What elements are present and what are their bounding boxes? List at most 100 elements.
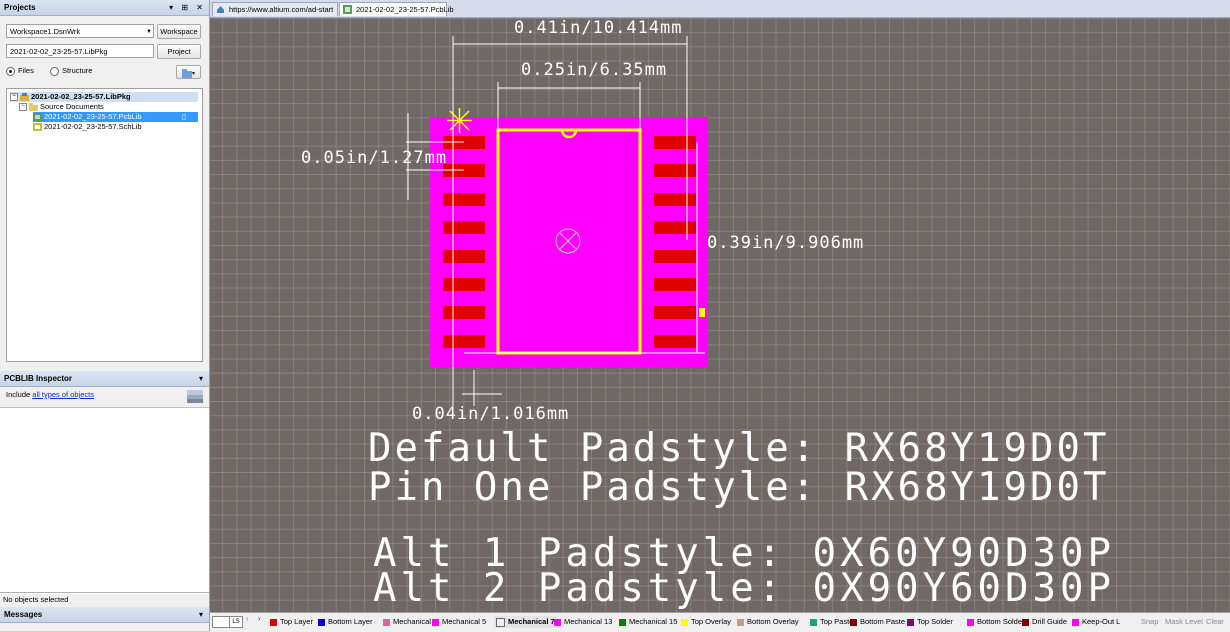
project-field[interactable]: 2021-02-02_23-25-57.LibPkg xyxy=(6,44,154,58)
layer-tab[interactable]: Top Solder xyxy=(907,616,953,628)
pad[interactable] xyxy=(443,306,485,319)
layer-tab[interactable]: Bottom Layer xyxy=(318,616,373,628)
pin-marker xyxy=(699,308,705,317)
layer-tab[interactable]: Mechanical 1 xyxy=(383,616,437,628)
footprint-drawing xyxy=(406,36,708,418)
layer-tab-label: Bottom Overlay xyxy=(747,617,799,626)
inspector-body xyxy=(0,407,209,594)
layer-tabs-bar: LS ‹ › Top Layer Bottom Layer Mechanical 1… xyxy=(210,612,1230,632)
files-radio-label: Files xyxy=(18,66,34,75)
messages-title: Messages ▾ xyxy=(0,607,209,623)
mask-level-button[interactable]: Mask Level xyxy=(1165,616,1203,628)
layer-tab-label: Top Paste xyxy=(820,617,854,626)
workspace-button[interactable]: Workspace xyxy=(157,24,201,39)
layer-color-swatch xyxy=(907,618,914,626)
pad[interactable] xyxy=(654,164,696,177)
tab-pcblib[interactable]: 2021-02-02_23-25-57.PcbLib xyxy=(339,2,454,19)
panel-controls[interactable]: ▾ ⊞ ✕ xyxy=(169,0,206,15)
layer-color-swatch xyxy=(619,618,626,626)
layer-tab[interactable]: Top Paste xyxy=(810,616,853,628)
structure-radio[interactable] xyxy=(50,66,60,76)
project-button[interactable]: Project xyxy=(157,44,201,59)
layer-scroll-left-icon[interactable]: ‹ xyxy=(246,616,248,623)
pad[interactable] xyxy=(654,193,696,206)
workspace-combo[interactable]: Workspace1.DsnWrk ▼ xyxy=(6,24,154,38)
pad[interactable] xyxy=(654,221,696,234)
tree-folder[interactable]: − Source Documents xyxy=(19,102,104,112)
layer-tab[interactable]: Mechanical 5 xyxy=(432,616,486,628)
snap-button[interactable]: Snap xyxy=(1141,616,1159,628)
pad[interactable] xyxy=(443,278,485,291)
chevron-down-icon[interactable]: ▾ xyxy=(199,371,206,386)
layer-tab-label: Drill Guide xyxy=(1032,617,1068,626)
current-layer-color[interactable] xyxy=(212,616,230,628)
layer-tab[interactable]: Bottom Overlay xyxy=(737,616,799,628)
layer-tab[interactable]: Top Layer xyxy=(270,616,313,628)
tree-root[interactable]: − 2021-02-02_23-25-57.LibPkg xyxy=(10,92,198,102)
layer-color-swatch xyxy=(383,618,390,626)
files-radio[interactable] xyxy=(6,66,15,76)
project-tree[interactable]: −2021-02-02_23-25-57.LibPkg − Source Docu… xyxy=(6,88,203,362)
chevron-down-icon: ▼ xyxy=(146,29,152,35)
pad[interactable] xyxy=(654,136,696,149)
pad[interactable] xyxy=(654,306,696,319)
pcblib-icon xyxy=(33,113,42,122)
collapse-icon[interactable]: − xyxy=(19,103,27,112)
tab-altium-start[interactable]: https://www.altium.com/ad-start xyxy=(212,2,338,16)
pcb-canvas[interactable]: 0.41in/10.414mm 0.25in/6.35mm 0.05in/1.2… xyxy=(210,18,1230,612)
dim-body-width: 0.25in/6.35mm xyxy=(521,60,668,80)
layer-color-swatch xyxy=(270,618,277,626)
projects-panel-title: Projects ▾ ⊞ ✕ xyxy=(0,0,209,16)
pad[interactable] xyxy=(654,335,696,348)
layer-tab[interactable]: Bottom Solder xyxy=(967,616,1025,628)
layers-stack-icon[interactable] xyxy=(185,389,205,405)
messages-title-text: Messages xyxy=(4,610,43,619)
dim-overall-width: 0.41in/10.414mm xyxy=(514,18,683,38)
layer-tab-label: Mechanical 13 xyxy=(564,617,613,626)
layer-color-swatch xyxy=(681,618,688,626)
pad[interactable] xyxy=(654,250,696,263)
tree-doc-schlib[interactable]: 2021-02-02_23-25-57.SchLib xyxy=(33,122,142,132)
document-icon: ▯ xyxy=(181,112,186,121)
tab-label: 2021-02-02_23-25-57.PcbLib xyxy=(356,5,454,14)
layer-tab[interactable]: Keep-Out L xyxy=(1072,616,1120,628)
layer-tab[interactable]: Drill Guide xyxy=(1022,616,1067,628)
projects-panel: Projects ▾ ⊞ ✕ Workspace1.DsnWrk ▼ Works… xyxy=(0,0,210,631)
layer-scroll-right-icon[interactable]: › xyxy=(258,616,260,623)
inspector-include-row: Include all types of objects xyxy=(0,387,209,407)
chevron-down-icon[interactable]: ▾ xyxy=(199,607,206,622)
layer-color-swatch xyxy=(737,618,744,626)
layer-color-swatch xyxy=(1072,618,1079,626)
include-link[interactable]: all types of objects xyxy=(32,390,94,399)
inspector-title: PCBLIB Inspector ▾ xyxy=(0,371,209,387)
tree-root-label: 2021-02-02_23-25-57.LibPkg xyxy=(31,92,131,101)
pad[interactable] xyxy=(443,250,485,263)
workspace-combo-value: Workspace1.DsnWrk xyxy=(10,27,81,36)
pad[interactable] xyxy=(443,193,485,206)
clear-button[interactable]: Clear xyxy=(1206,616,1224,628)
pad[interactable] xyxy=(443,221,485,234)
layer-color-swatch xyxy=(967,618,974,626)
layer-set-button[interactable]: LS xyxy=(229,616,243,628)
layer-tab[interactable]: Mechanical 7 xyxy=(494,616,557,628)
layer-color-swatch xyxy=(810,618,817,626)
project-field-value: 2021-02-02_23-25-57.LibPkg xyxy=(10,47,108,56)
project-options-button[interactable]: ▾ xyxy=(176,65,201,79)
layer-tab[interactable]: Mechanical 15 xyxy=(619,616,677,628)
origin-star-icon xyxy=(447,108,472,133)
layer-tab-label: Keep-Out L xyxy=(1082,617,1121,626)
layer-tab[interactable]: Bottom Paste xyxy=(850,616,905,628)
layer-tab-label: Bottom Paste xyxy=(860,617,906,626)
view-mode-radios: Files Structure xyxy=(6,66,92,76)
layer-tab[interactable]: Mechanical 13 xyxy=(554,616,612,628)
collapse-icon[interactable]: − xyxy=(10,93,18,102)
layer-tab-label: Bottom Solder xyxy=(977,617,1025,626)
layer-tab-label: Mechanical 15 xyxy=(629,617,678,626)
layer-tab[interactable]: Top Overlay xyxy=(681,616,731,628)
pcb-doc-icon xyxy=(343,5,352,19)
pad[interactable] xyxy=(443,335,485,348)
tree-doc-pcblib[interactable]: 2021-02-02_23-25-57.PcbLib ▯ xyxy=(33,112,198,122)
pad[interactable] xyxy=(654,278,696,291)
layer-color-swatch xyxy=(496,617,505,627)
note-default-padstyle: Default Padstyle: RX68Y19D0T xyxy=(368,426,1110,471)
